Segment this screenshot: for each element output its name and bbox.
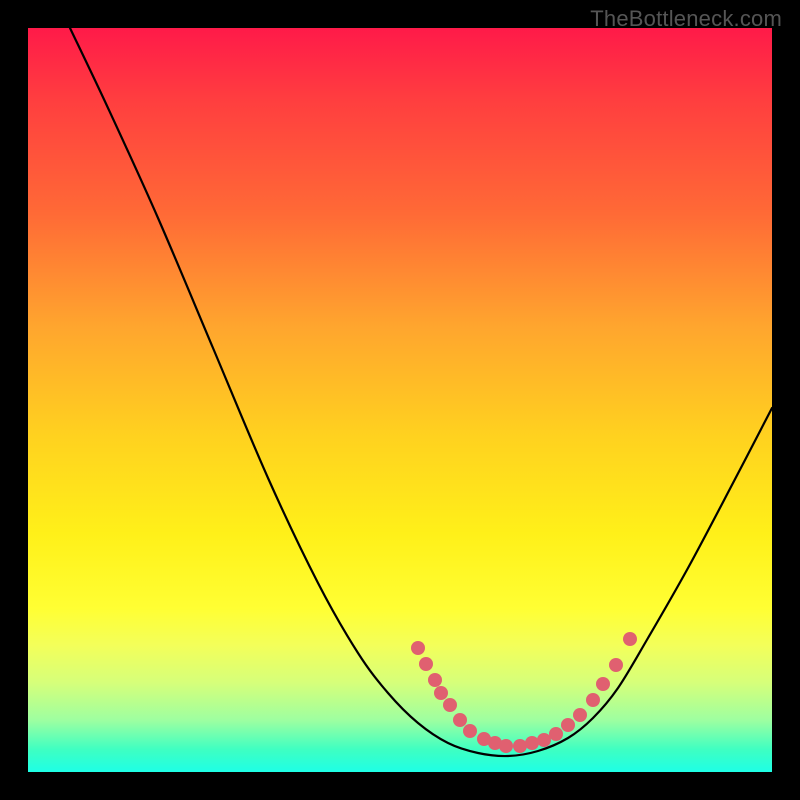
highlight-dot [561, 718, 575, 732]
highlight-dot [549, 727, 563, 741]
highlight-dot [428, 673, 442, 687]
highlight-dot [434, 686, 448, 700]
highlight-dot [537, 733, 551, 747]
bottleneck-chart [28, 28, 772, 772]
highlight-dot [623, 632, 637, 646]
highlight-dot [463, 724, 477, 738]
highlight-dot [499, 739, 513, 753]
highlight-dot [513, 739, 527, 753]
highlight-dots-group [411, 632, 637, 753]
highlight-dot [453, 713, 467, 727]
highlight-dot [596, 677, 610, 691]
highlight-dot [525, 736, 539, 750]
highlight-dot [573, 708, 587, 722]
highlight-dot [609, 658, 623, 672]
highlight-dot [443, 698, 457, 712]
highlight-dot [411, 641, 425, 655]
highlight-dot [419, 657, 433, 671]
highlight-dot [586, 693, 600, 707]
